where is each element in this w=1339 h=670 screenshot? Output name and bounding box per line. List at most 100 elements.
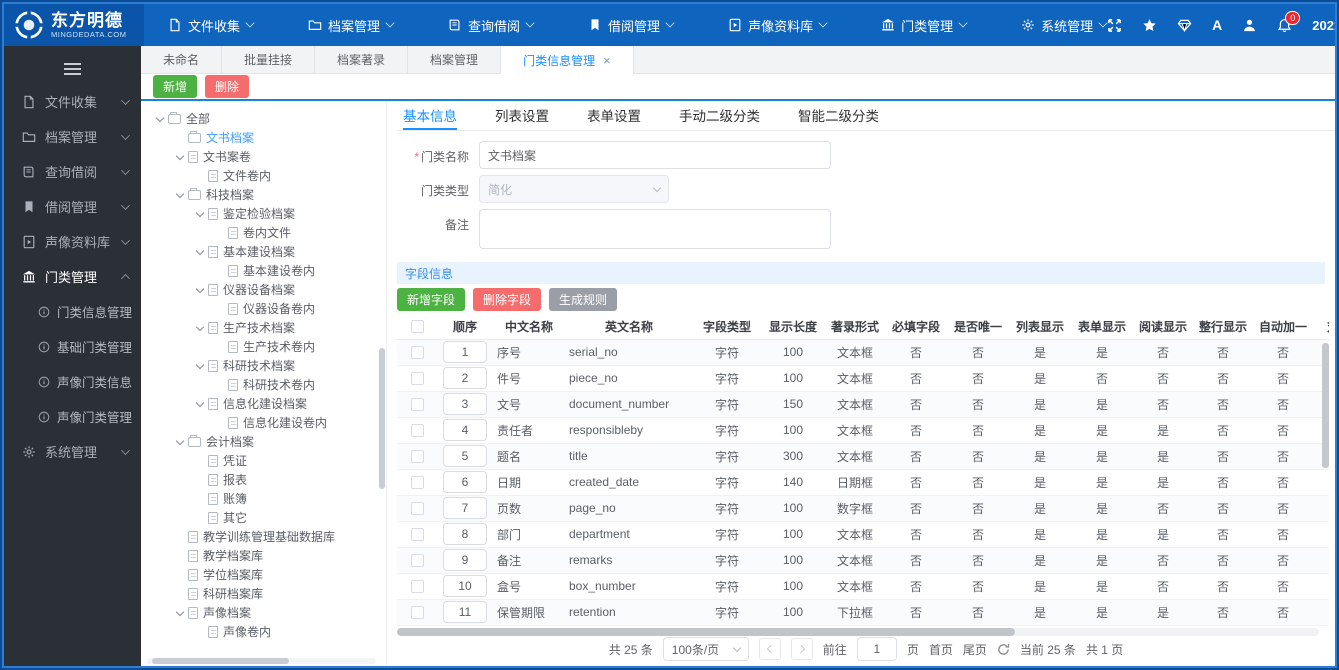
tab-unnamed[interactable]: 未命名 [141,46,223,73]
tree-node[interactable]: 鉴定检验档案 [145,204,376,223]
row-checkbox[interactable] [410,476,424,490]
topnav-file-collect[interactable]: 文件收集 [168,16,255,35]
category-type-select[interactable]: 简化 [479,175,669,203]
tab-category-info-manage[interactable]: 门类信息管理 × [501,46,634,74]
sidebar-item-system-manage[interactable]: 系统管理 [4,434,141,469]
tree-caret-icon[interactable] [195,361,205,371]
tree-caret-icon[interactable] [195,285,205,295]
tree-caret-icon[interactable] [195,247,205,257]
order-input[interactable]: 2 [443,367,487,389]
tree-node[interactable]: 科技档案 [145,185,376,204]
tab-manual-subclass[interactable]: 手动二级分类 [679,101,760,130]
table-vertical-scrollbar[interactable] [1322,340,1329,626]
row-checkbox[interactable] [410,424,424,438]
tree-node[interactable]: 基本建设档案 [145,242,376,261]
category-name-input[interactable] [479,141,831,169]
tree-node[interactable]: 生产技术卷内 [145,337,376,356]
remark-textarea[interactable] [479,209,831,249]
menu-collapse-icon[interactable] [64,68,81,70]
sidebar-sub-media-category-info[interactable]: 声像门类信息 [4,364,141,399]
add-button[interactable]: 新增 [153,75,198,98]
topnav-media-library[interactable]: 声像资料库 [728,16,828,35]
sidebar-item-archive-manage[interactable]: 档案管理 [4,119,141,154]
star-icon[interactable] [1142,18,1157,33]
sidebar-item-category-manage[interactable]: 门类管理 [4,259,141,294]
last-page-link[interactable]: 尾页 [963,641,987,658]
tree-caret-icon[interactable] [195,323,205,333]
row-checkbox[interactable] [410,346,424,360]
tree-caret-icon[interactable] [195,399,205,409]
tree-node[interactable]: 仪器设备卷内 [145,299,376,318]
tree-node[interactable]: 声像档案 [145,603,376,622]
tree-horizontal-scrollbar[interactable] [147,658,376,664]
tree-node[interactable]: 科研技术档案 [145,356,376,375]
sidebar-sub-media-category-manage[interactable]: 声像门类管理 [4,399,141,434]
tree-node[interactable]: 生产技术档案 [145,318,376,337]
tree-caret-icon[interactable] [175,190,185,200]
table-horizontal-scrollbar[interactable] [397,627,1319,636]
tab-batch-attach[interactable]: 批量挂接 [222,46,316,73]
tab-list-settings[interactable]: 列表设置 [495,101,549,130]
order-input[interactable]: 8 [443,523,487,545]
row-checkbox[interactable] [410,554,424,568]
sidebar-item-file-collect[interactable]: 文件收集 [4,84,141,119]
tree-node[interactable]: 教学训练管理基础数据库 [145,527,376,546]
refresh-icon[interactable] [997,643,1010,656]
tree-node[interactable]: 会计档案 [145,432,376,451]
prev-page-button[interactable] [758,638,781,660]
topnav-category-manage[interactable]: 门类管理 [881,16,968,35]
tree-caret-icon[interactable] [195,209,205,219]
delete-button[interactable]: 删除 [205,75,250,98]
tree-node[interactable]: 声像卷内 [145,622,376,641]
tree-node[interactable]: 全部 [145,109,376,128]
tab-form-settings[interactable]: 表单设置 [587,101,641,130]
tree-node[interactable]: 仪器设备档案 [145,280,376,299]
tree-caret-icon[interactable] [175,608,185,618]
tree-caret-icon[interactable] [155,114,165,124]
tree-vertical-scrollbar[interactable] [379,109,385,652]
tree-node[interactable]: 报表 [145,470,376,489]
tree-node[interactable]: 教学档案库 [145,546,376,565]
tree-node[interactable]: 信息化建设档案 [145,394,376,413]
order-input[interactable]: 3 [443,393,487,415]
tree-node[interactable]: 凭证 [145,451,376,470]
tree-node[interactable]: 学位档案库 [145,565,376,584]
tab-archive-manage[interactable]: 档案管理 [408,46,502,73]
sidebar-item-media-library[interactable]: 声像资料库 [4,224,141,259]
order-input[interactable]: 11 [443,601,487,623]
add-field-button[interactable]: 新增字段 [397,287,466,311]
order-input[interactable]: 7 [443,497,487,519]
tree-caret-icon[interactable] [175,152,185,162]
tree-node[interactable]: 文件卷内 [145,166,376,185]
row-checkbox[interactable] [410,372,424,386]
sidebar-sub-basic-category[interactable]: 基础门类管理 [4,329,141,364]
tab-smart-subclass[interactable]: 智能二级分类 [798,101,879,130]
row-checkbox[interactable] [410,502,424,516]
font-size-icon[interactable]: A [1212,17,1222,33]
tree-node[interactable]: 账簿 [145,489,376,508]
tree-node[interactable]: 信息化建设卷内 [145,413,376,432]
topnav-archive-manage[interactable]: 档案管理 [308,16,395,35]
order-input[interactable]: 10 [443,575,487,597]
order-input[interactable]: 1 [443,341,487,363]
page-size-select[interactable]: 100条/页 [662,637,749,661]
notifications[interactable]: 0 [1277,10,1301,33]
order-input[interactable]: 4 [443,419,487,441]
topnav-query-borrow[interactable]: 查询借阅 [448,16,535,35]
tree-caret-icon[interactable] [175,437,185,447]
user-icon[interactable] [1242,18,1257,33]
tab-close-icon[interactable]: × [603,54,611,67]
row-checkbox[interactable] [410,580,424,594]
row-checkbox[interactable] [410,450,424,464]
order-input[interactable]: 6 [443,471,487,493]
delete-field-button[interactable]: 删除字段 [473,287,542,311]
tree-node[interactable]: 文书档案 [145,128,376,147]
order-input[interactable]: 5 [443,445,487,467]
page-number-input[interactable] [856,637,897,661]
order-input[interactable]: 9 [443,549,487,571]
sidebar-item-borrow-manage[interactable]: 借阅管理 [4,189,141,224]
tree-node[interactable]: 科研技术卷内 [145,375,376,394]
tree-node[interactable]: 科研档案库 [145,584,376,603]
first-page-link[interactable]: 首页 [929,641,953,658]
tab-archive-catalog[interactable]: 档案著录 [315,46,409,73]
